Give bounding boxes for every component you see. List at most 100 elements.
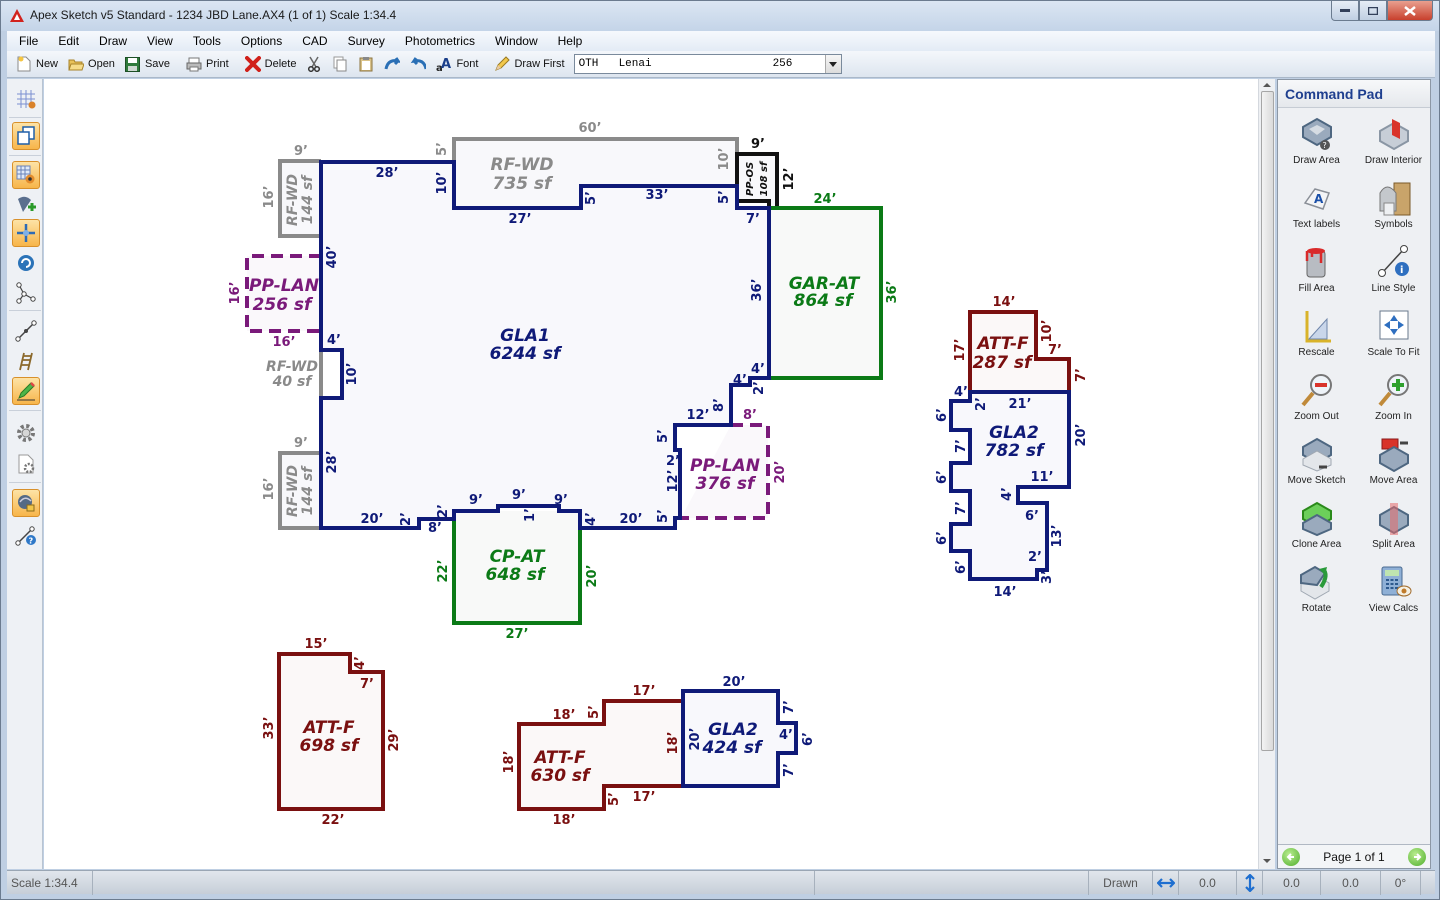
dim-label: 27’ [508,212,531,227]
cmd-zoom-in[interactable]: Zoom In [1355,370,1432,434]
arrow-right-icon [1413,852,1422,861]
dim-label: 18’ [666,731,681,754]
overlay-toggle-button[interactable] [12,122,40,150]
print-label: Print [206,58,229,70]
cmd-zoom-out[interactable]: Zoom Out [1278,370,1355,434]
cmd-move-sketch[interactable]: Move Sketch [1278,434,1355,498]
font-button[interactable]: aA Font [431,53,483,75]
open-button[interactable]: Open [63,53,120,75]
area-gar-at-864[interactable]: GAR-AT 864 sf 24’ 36’ [767,192,900,380]
minimize-button[interactable] [1331,1,1359,21]
menu-cad[interactable]: CAD [292,31,337,51]
document-settings-button[interactable] [12,450,40,478]
area-att-f-630[interactable]: ATT-F 630 sf 18’ 5’ 17’ 18’ 17’ 5’ 18’ 1… [502,684,683,828]
maximize-button[interactable] [1359,1,1387,21]
area-pp-os-108[interactable]: PP-OS 108 sf 9’ 12’ [735,137,797,210]
dim-label: 20’ [688,727,703,750]
previous-page-button[interactable] [1282,847,1300,866]
cmd-fill-area[interactable]: Fill Area [1278,242,1355,306]
paste-button[interactable] [353,53,379,75]
rotate-refresh-button[interactable] [12,249,40,277]
grid-preview-button[interactable] [12,161,40,189]
crosshair-move-button[interactable] [12,219,40,247]
dim-label: 4’ [733,373,747,388]
area-pp-lan-256[interactable]: PP-LAN 256 sf 16’ 16’ [228,254,321,350]
menu-tools[interactable]: Tools [183,31,231,51]
cmd-view-calcs[interactable]: View Calcs [1355,562,1432,626]
redo-button[interactable] [405,53,431,75]
area-rf-wd-40[interactable]: RF-WD 40 sf [266,350,323,398]
area-type-combo[interactable]: OTH Lenai 256 [573,54,842,74]
chevron-down-icon [829,61,838,67]
cmd-rescale[interactable]: Rescale [1278,306,1355,370]
area-gla2-424[interactable]: GLA2 424 sf 20’ 7’ 4’ 6’ 7’ 20’ [681,675,816,788]
cmd-text-labels[interactable]: A Text labels [1278,178,1355,242]
cmd-draw-area[interactable]: ? Draw Area [1278,114,1355,178]
area-att-f-698[interactable]: ATT-F 698 sf 15’ 4’ 7’ 29’ 22’ 33’ [262,637,402,828]
undo-button[interactable] [379,53,405,75]
stair-tool-button[interactable] [12,347,40,375]
save-button[interactable]: Save [120,53,175,75]
cmd-label: Move Area [1369,475,1418,486]
settings-button[interactable] [12,419,40,447]
menu-photometrics[interactable]: Photometrics [395,31,485,51]
vertical-scrollbar[interactable] [1258,79,1275,869]
draw-first-button[interactable]: Draw First [489,53,569,75]
area-gla2-782[interactable]: GLA2 782 sf 4’ 2’ 21’ 20’ 11’ 4’ 6’ 13’ … [935,385,1089,600]
dim-label: 28’ [325,450,340,473]
cut-button[interactable] [301,53,327,75]
copy-button[interactable] [327,53,353,75]
cmd-rotate[interactable]: Rotate [1278,562,1355,626]
menu-survey[interactable]: Survey [338,31,395,51]
area-rf-wd-144-bottom[interactable]: RF-WD 144 sf 9’ 16’ [262,436,321,530]
sketch-canvas[interactable]: RF-WD 735 sf 60’ 5’ 10’ PP-OS 108 sf 9’ … [44,79,1258,869]
menu-help[interactable]: Help [548,31,593,51]
next-page-button[interactable] [1407,847,1426,866]
line-tool-button[interactable] [12,317,40,345]
mouse-lock-button[interactable] [12,489,40,517]
scroll-thumb[interactable] [1261,91,1274,751]
cmd-scale-to-fit[interactable]: Scale To Fit [1355,306,1432,370]
grid-view-button[interactable] [12,85,40,113]
cmd-draw-interior[interactable]: Draw Interior [1355,114,1432,178]
menu-window[interactable]: Window [485,31,548,51]
calculator-icon [1374,562,1414,602]
delete-button[interactable]: Delete [240,53,302,75]
status-y: 0.0 [1263,870,1321,895]
dim-label: 10’ [345,362,360,385]
cmd-clone-area[interactable]: Clone Area [1278,498,1355,562]
dim-label: 12’ [666,469,681,492]
pencil-draw-button[interactable] [12,377,40,405]
new-button[interactable]: New [11,53,63,75]
line-help-button[interactable]: ? [12,521,40,549]
folder-open-icon [68,56,85,72]
area-rf-wd-144-top[interactable]: RF-WD 144 sf 9’ 16’ [262,144,321,238]
area-size: 376 sf [696,474,758,494]
menu-edit[interactable]: Edit [48,31,89,51]
cmd-line-style[interactable]: i Line Style [1355,242,1432,306]
scroll-down-arrow[interactable] [1263,859,1271,863]
cmd-move-area[interactable]: Move Area [1355,434,1432,498]
node-tree-button[interactable] [12,279,40,307]
scroll-up-arrow[interactable] [1263,83,1271,87]
dim-label: 22’ [321,813,344,828]
area-att-f-287[interactable]: ATT-F 287 sf 14’ 10’ 7’ 7’ 17’ [953,295,1089,392]
print-button[interactable]: Print [181,53,234,75]
area-cp-at-648[interactable]: CP-AT 648 sf 22’ 20’ 27’ [436,511,600,642]
pencil-draw-icon [17,382,35,401]
zoom-in-icon [1374,370,1414,410]
grid-view-icon [17,90,36,109]
resize-grip[interactable] [1421,871,1435,895]
menu-draw[interactable]: Draw [89,31,137,51]
combo-dropdown-button[interactable] [824,55,841,73]
cmd-split-area[interactable]: Split Area [1355,498,1432,562]
add-node-button[interactable] [12,191,40,219]
menu-view[interactable]: View [137,31,183,51]
close-button[interactable] [1387,1,1433,21]
command-pad: Command Pad ? Draw Area Draw Interior A … [1277,79,1431,869]
cmd-symbols[interactable]: Symbols [1355,178,1432,242]
dim-label: 7’ [954,439,969,453]
menu-options[interactable]: Options [231,31,292,51]
floor-plan-sketch[interactable]: RF-WD 735 sf 60’ 5’ 10’ PP-OS 108 sf 9’ … [44,79,1258,869]
menu-file[interactable]: File [7,31,48,51]
